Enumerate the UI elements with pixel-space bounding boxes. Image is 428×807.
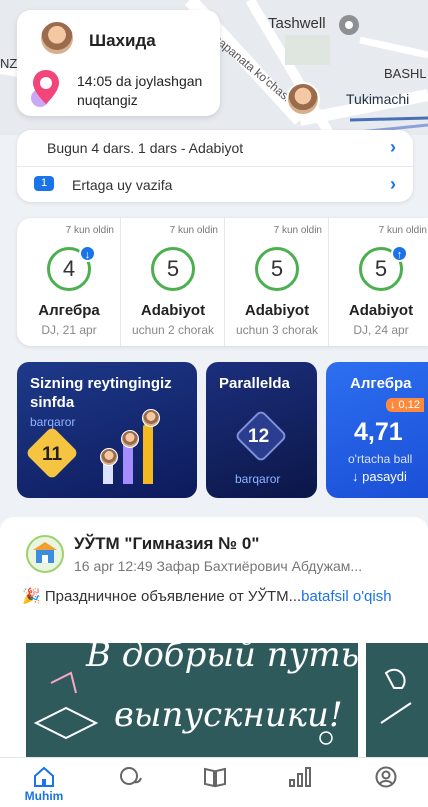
lessons-panel: Bugun 4 dars. 1 dars - Adabiyot › 1 Erta… [17,130,413,202]
arrow-down-icon: ↓ [79,245,96,262]
grade-value: 5 [255,247,299,291]
banner-doodles [380,668,412,724]
grade-value: 5 [151,247,195,291]
nav-home[interactable]: Muhim [14,758,74,807]
grade-time: 7 kun oldin [65,225,114,236]
parallel-rank: 12 [248,426,270,447]
grade-detail: DJ, 21 apr [41,323,97,337]
grade-card[interactable]: 7 kun oldin 4 ↓ Алгебра DJ, 21 apr [17,218,121,346]
grade-detail: uchun 3 chorak [235,323,319,337]
chevron-right-icon: › [390,137,396,157]
place-pin-icon [339,15,359,35]
rating-status: barqaror [30,415,76,429]
grade-time: 7 kun oldin [378,225,427,236]
grade-detail: DJ, 24 apr [353,323,409,337]
grade-card[interactable]: 7 kun oldin 5 ↑ Adabiyot DJ, 24 apr [329,218,428,346]
news-post[interactable]: УЎТМ "Гимназия № 0" 16 apr 12:49 Зафар Б… [0,517,428,757]
nav-diary[interactable] [185,758,245,807]
nav-profile[interactable] [356,758,416,807]
today-lessons-row[interactable]: Bugun 4 dars. 1 dars - Adabiyot › [17,130,413,166]
banner-line-2: выпускники! [114,695,343,735]
grade-subject: Adabiyot [140,302,206,319]
chat-icon [120,767,142,785]
grade-card[interactable]: 7 kun oldin 5 Adabiyot uchun 3 chorak [225,218,329,346]
school-name: УЎТМ "Гимназия № 0" [74,534,260,553]
average-value: 4,71 [354,418,403,446]
parallel-title: Parallelda [219,375,290,392]
child-map-avatar[interactable] [286,82,320,116]
location-status: 14:05 da joylashgan nuqtangiz [77,73,203,108]
classmate-avatar [142,409,160,427]
child-name: Шахида [89,31,156,50]
subject-title: Алгебра [350,375,412,392]
parallel-status: barqaror [235,472,281,486]
post-text: 🎉 Праздничное объявление от УЎТМ... [22,588,302,605]
today-lessons-text: Bugun 4 dars. 1 dars - Adabiyot [47,140,244,156]
nav-stats[interactable] [270,758,330,807]
read-more-link[interactable]: batafsil o'qish [301,588,391,605]
nav-home-label: Muhim [24,789,64,803]
home-icon [34,766,54,787]
rating-title: Sizning reytingingiz sinfda [30,375,172,411]
post-banner-image[interactable]: В добрый путь, выпускники! [26,643,358,757]
grade-detail: uchun 2 chorak [131,323,215,337]
grade-subject: Adabiyot [348,302,414,319]
average-label: o'rtacha ball [348,452,413,466]
average-change-badge: ↓ 0,12 [386,398,424,412]
profile-icon [375,766,397,788]
map-label-right: BASHL [384,66,427,81]
class-rating-card[interactable]: Sizning reytingingiz sinfda barqaror 11 [17,362,197,498]
child-avatar [39,20,75,56]
classmate-avatar [121,430,139,448]
homework-count-badge: 1 [34,176,54,191]
homework-text: Ertaga uy vazifa [72,177,173,193]
location-card[interactable]: Шахида 14:05 da joylashgan nuqtangiz [17,10,220,116]
homework-row[interactable]: 1 Ertaga uy vazifa › [17,166,413,202]
average-trend: ↓ pasaydi [352,469,407,484]
post-banner-image-next[interactable] [366,643,428,757]
grade-subject: Алгебра [38,302,100,319]
map-label-district: Tukimachi [346,91,410,107]
arrow-up-icon: ↑ [391,245,408,262]
bottom-navigation: Muhim [0,757,428,807]
chevron-right-icon: › [390,174,396,194]
post-body: 🎉 Праздничное объявление от УЎТМ...bataf… [22,587,417,606]
subject-average-card[interactable]: Алгебра ↓ 0,12 4,71 o'rtacha ball ↓ pasa… [326,362,428,498]
nav-chat[interactable] [100,758,160,807]
grade-subject: Adabiyot [244,302,310,319]
book-icon [204,767,226,788]
banner-line-1: В добрый путь, [86,643,358,675]
school-logo-icon [26,535,64,573]
grade-time: 7 kun oldin [273,225,322,236]
map-label-left: NZ [0,56,18,71]
location-pin-icon [31,70,59,107]
post-meta: 16 apr 12:49 Зафар Бахтиёрович Абдужам..… [74,558,363,574]
grade-time: 7 kun oldin [169,225,218,236]
recent-grades: 7 kun oldin 4 ↓ Алгебра DJ, 21 apr 7 kun… [17,218,428,346]
classmate-avatar [100,448,118,466]
parallel-rating-card[interactable]: Parallelda 12 barqaror [206,362,317,498]
bar-chart-icon [289,767,311,787]
map-label-place: Tashwell [268,15,326,32]
rating-rank: 11 [42,444,63,465]
grade-card[interactable]: 7 kun oldin 5 Adabiyot uchun 2 chorak [121,218,225,346]
